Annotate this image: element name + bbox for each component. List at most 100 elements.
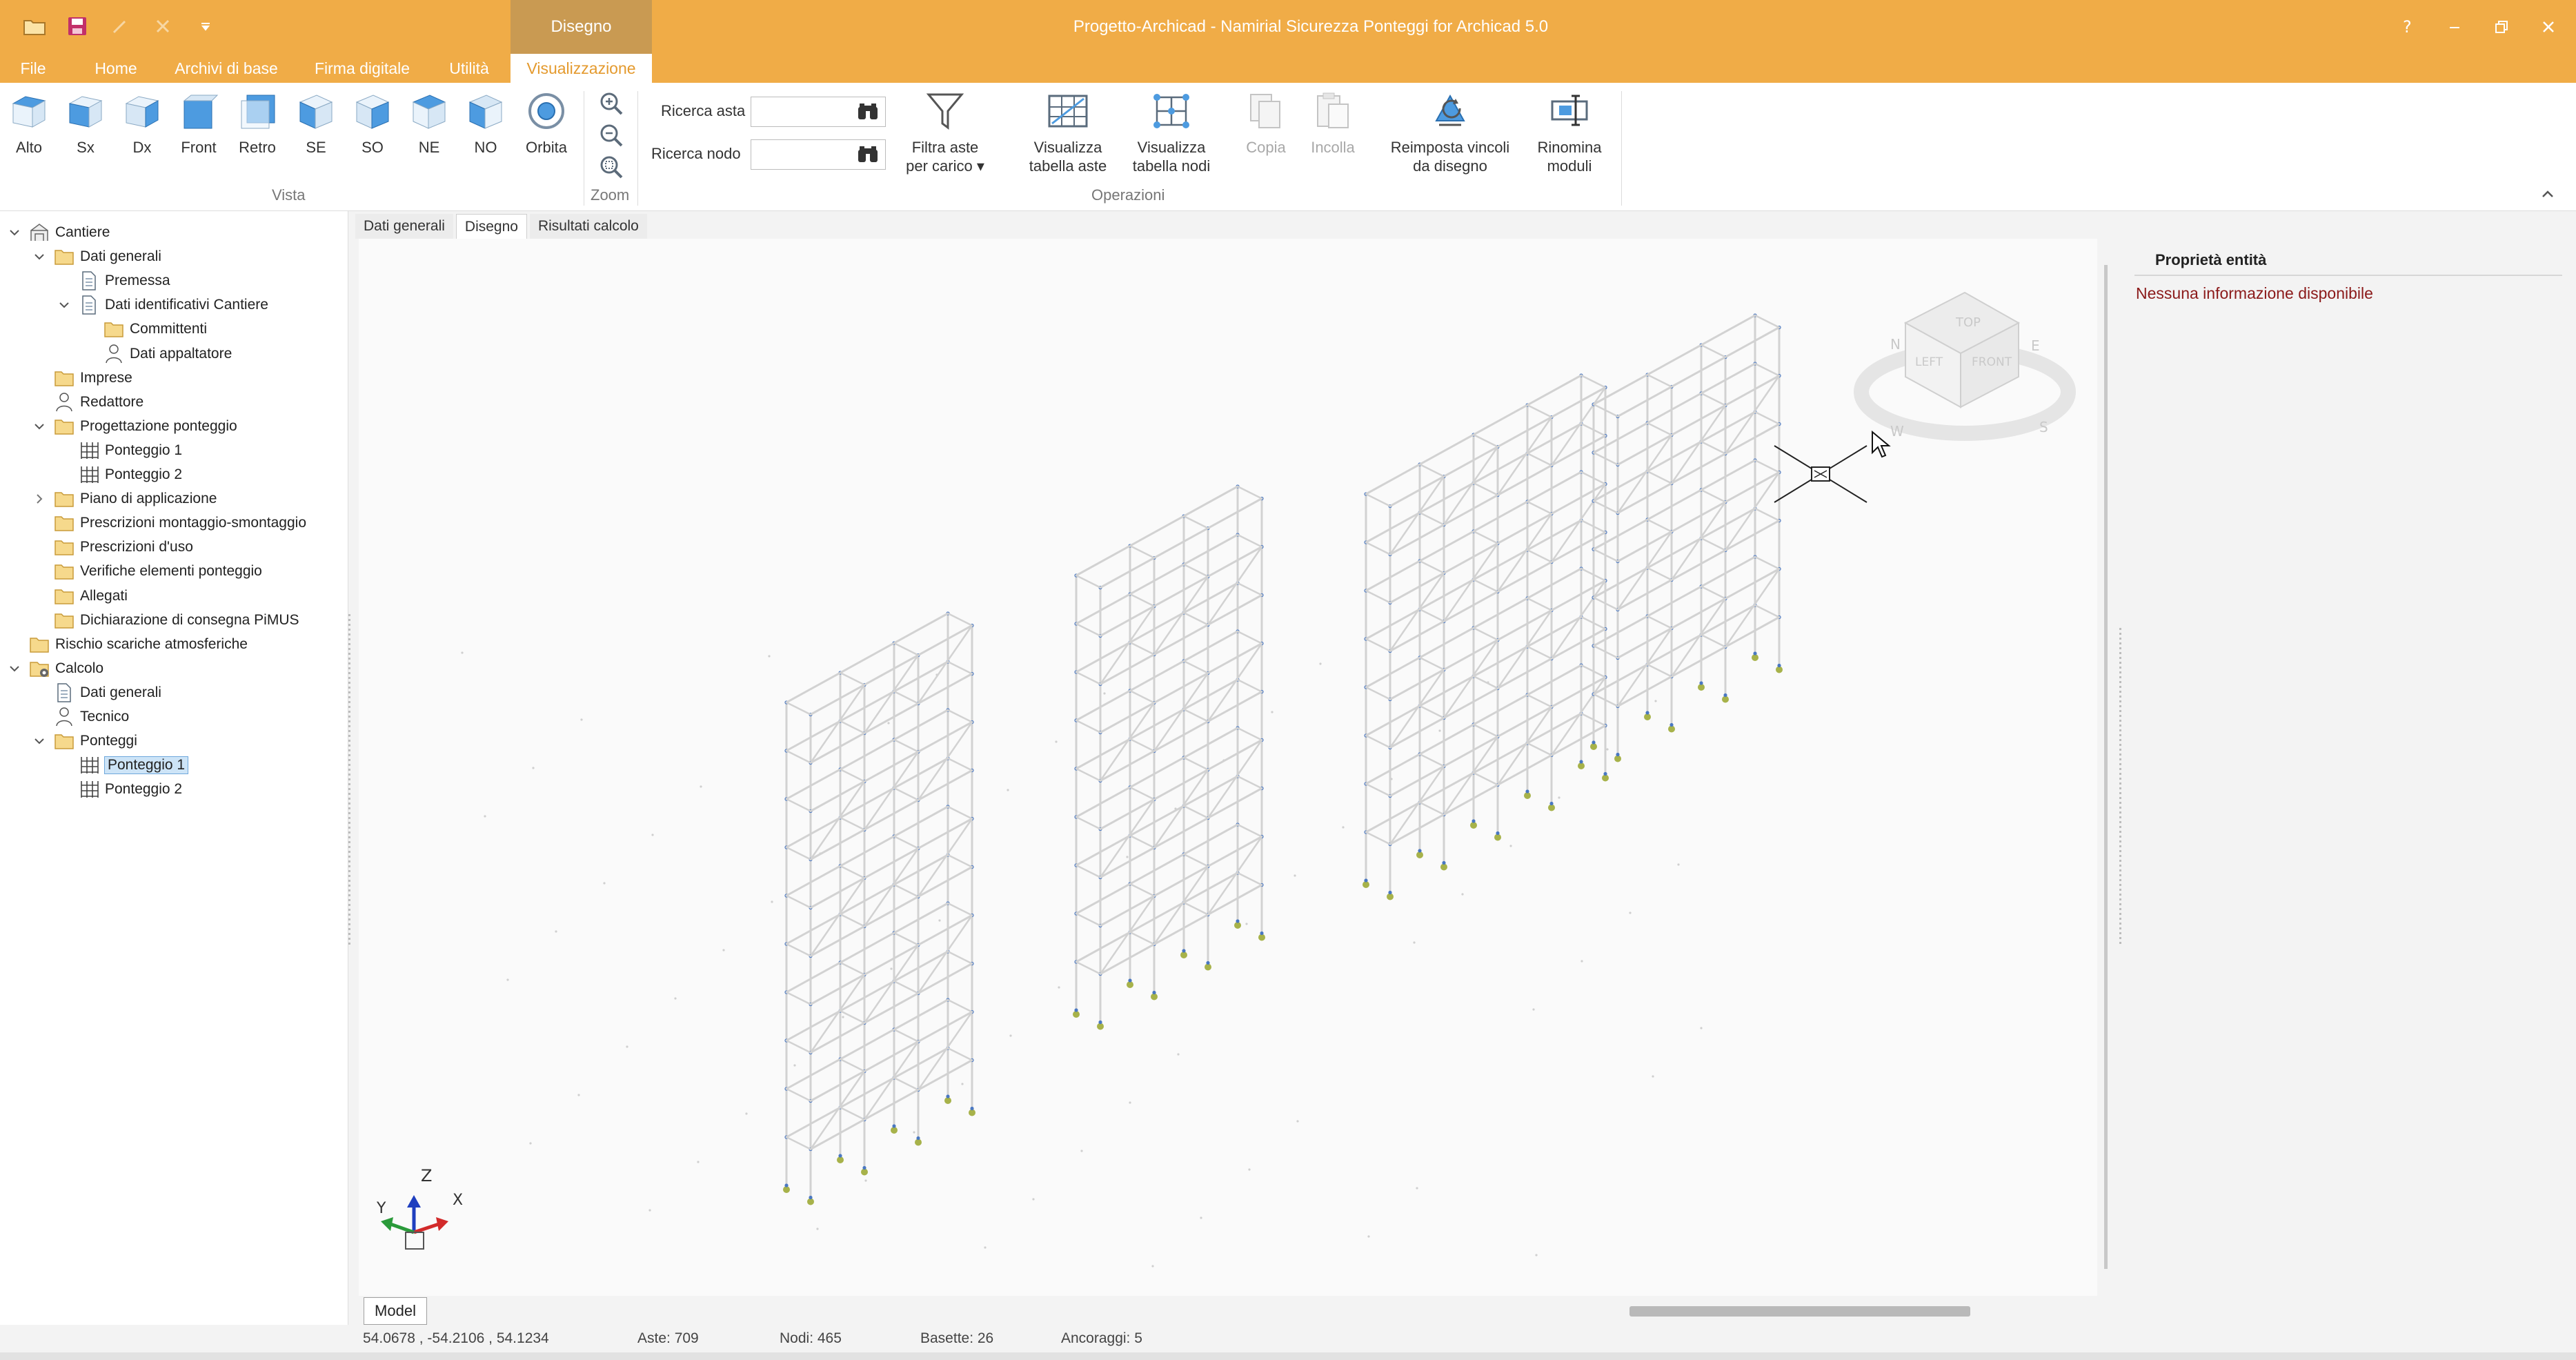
- horizontal-scrollbar[interactable]: [1629, 1306, 1970, 1317]
- tree-item[interactable]: Ponteggio 2: [55, 778, 182, 801]
- context-tab-disegno[interactable]: Disegno: [511, 0, 652, 54]
- visualizza-tabella-aste-button[interactable]: Visualizza tabella aste: [1020, 88, 1116, 175]
- tab-visualizzazione[interactable]: Visualizzazione: [511, 54, 652, 83]
- view-ne-button[interactable]: NE: [407, 88, 451, 157]
- tab-file[interactable]: File: [12, 54, 54, 83]
- tree-item[interactable]: Dati generali: [30, 245, 161, 268]
- incolla-button[interactable]: Incolla: [1304, 88, 1362, 157]
- binoculars-icon[interactable]: [853, 139, 883, 170]
- collapse-ribbon-icon[interactable]: [2539, 185, 2557, 203]
- view-cube[interactable]: TOP LEFT FRONT N E S W: [1854, 291, 2076, 441]
- restore-button[interactable]: [2488, 13, 2515, 41]
- visualizza-tabella-nodi-button[interactable]: Visualizza tabella nodi: [1123, 88, 1220, 175]
- zoom-out-icon[interactable]: [597, 121, 625, 149]
- zoom-in-icon[interactable]: [597, 90, 625, 117]
- close-button[interactable]: [2535, 13, 2562, 41]
- scaffold-3d-view[interactable]: TOP LEFT FRONT N E S W Z X Y: [359, 239, 2097, 1296]
- tree-item[interactable]: Cantiere: [6, 221, 110, 244]
- visualizza-nodi-label-1: Visualizza: [1137, 139, 1206, 156]
- folder-icon: [54, 586, 75, 607]
- model-tab[interactable]: Model: [364, 1297, 427, 1325]
- tree-item[interactable]: Allegati: [30, 584, 128, 608]
- tree-item[interactable]: Progettazione ponteggio: [30, 415, 237, 438]
- view-left-button[interactable]: Sx: [63, 88, 108, 157]
- tree-item[interactable]: Committenti: [80, 317, 207, 341]
- paste-icon: [1311, 88, 1354, 134]
- tab-dati-generali[interactable]: Dati generali: [355, 214, 453, 239]
- undo-icon[interactable]: [106, 12, 134, 40]
- zoom-extents-icon[interactable]: [597, 153, 625, 181]
- tab-disegno[interactable]: Disegno: [455, 214, 527, 239]
- help-button[interactable]: ?: [2394, 13, 2421, 41]
- copia-button[interactable]: Copia: [1240, 88, 1291, 157]
- tab-utilita[interactable]: Utilità: [436, 54, 502, 83]
- tree-item[interactable]: Piano di applicazione: [30, 487, 217, 511]
- save-icon[interactable]: [63, 12, 91, 40]
- tree-item[interactable]: Calcolo: [6, 657, 103, 680]
- tree-item[interactable]: Redattore: [30, 391, 143, 414]
- viewport-divider: [2104, 265, 2108, 1269]
- tree-item[interactable]: Imprese: [30, 366, 132, 390]
- tree-item[interactable]: Tecnico: [30, 705, 129, 729]
- cube-left-icon: [64, 88, 107, 134]
- scaffold-icon: [79, 464, 99, 485]
- tree-item[interactable]: Dati generali: [30, 681, 161, 704]
- tree-item[interactable]: Dati identificativi Cantiere: [55, 293, 268, 317]
- tree-resize-grip[interactable]: [348, 614, 350, 945]
- reimposta-vincoli-button[interactable]: Reimposta vincoli da disegno: [1381, 88, 1519, 175]
- chevron-down-icon[interactable]: [30, 248, 48, 266]
- chevron-down-icon[interactable]: [6, 224, 23, 242]
- view-front-button[interactable]: Front: [177, 88, 221, 157]
- redo-icon[interactable]: [149, 12, 177, 40]
- tree-item[interactable]: Dati appaltatore: [80, 342, 232, 366]
- tree-item[interactable]: Ponteggio 1: [55, 439, 182, 462]
- chevron-down-icon[interactable]: [30, 417, 48, 435]
- chevron-down-icon[interactable]: [30, 732, 48, 750]
- tree-item[interactable]: Rischio scariche atmosferiche: [6, 633, 248, 656]
- rename-icon: [1548, 88, 1591, 134]
- chevron-right-icon[interactable]: [30, 490, 48, 508]
- tree-item[interactable]: Ponteggio 2: [55, 463, 182, 486]
- chevron-down-icon[interactable]: [55, 296, 73, 314]
- status-basette: Basette: 26: [920, 1330, 994, 1346]
- tree-item[interactable]: Verifiche elementi ponteggio: [30, 560, 262, 583]
- customize-toolbar-icon[interactable]: [192, 12, 219, 40]
- rinomina-moduli-button[interactable]: Rinomina moduli: [1529, 88, 1610, 175]
- view-se-label: SE: [306, 139, 326, 156]
- view-se-button[interactable]: SE: [294, 88, 338, 157]
- minimize-button[interactable]: [2441, 13, 2468, 41]
- open-folder-icon[interactable]: [21, 12, 48, 40]
- view-so-button[interactable]: SO: [350, 88, 395, 157]
- tree-item[interactable]: Dichiarazione di consegna PiMUS: [30, 609, 299, 632]
- tree-item[interactable]: Premessa: [55, 269, 170, 293]
- tree-item[interactable]: Ponteggio 1: [55, 753, 189, 777]
- chevron-down-icon[interactable]: [6, 660, 23, 678]
- view-top-button[interactable]: Alto: [7, 88, 51, 157]
- drawing-viewport[interactable]: TOP LEFT FRONT N E S W Z X Y: [359, 239, 2097, 1296]
- view-no-button[interactable]: NO: [464, 88, 508, 157]
- view-back-button[interactable]: Retro: [235, 88, 280, 157]
- tree-item[interactable]: Ponteggi: [30, 729, 137, 753]
- tab-archivi-di-base[interactable]: Archivi di base: [166, 54, 287, 83]
- tab-risultati-calcolo[interactable]: Risultati calcolo: [529, 214, 647, 239]
- view-right-button[interactable]: Dx: [120, 88, 164, 157]
- view-ne-label: NE: [418, 139, 440, 156]
- tree-item[interactable]: Prescrizioni d'uso: [30, 535, 193, 559]
- properties-resize-grip[interactable]: [2119, 628, 2121, 945]
- tab-home[interactable]: Home: [83, 54, 149, 83]
- binoculars-icon[interactable]: [853, 97, 883, 127]
- window-controls: ?: [2394, 0, 2562, 54]
- tab-firma-digitale[interactable]: Firma digitale: [304, 54, 421, 83]
- filtra-aste-button[interactable]: Filtra aste per carico ▾: [897, 88, 993, 175]
- tree-item[interactable]: Prescrizioni montaggio-smontaggio: [30, 511, 306, 535]
- orbit-button[interactable]: Orbita: [520, 88, 573, 157]
- scaffold-model: [783, 313, 1783, 1205]
- window-title: Progetto-Archicad - Namirial Sicurezza P…: [1073, 17, 1549, 36]
- properties-empty-message: Nessuna informazione disponibile: [2136, 284, 2373, 302]
- scaffold-icon: [79, 440, 99, 461]
